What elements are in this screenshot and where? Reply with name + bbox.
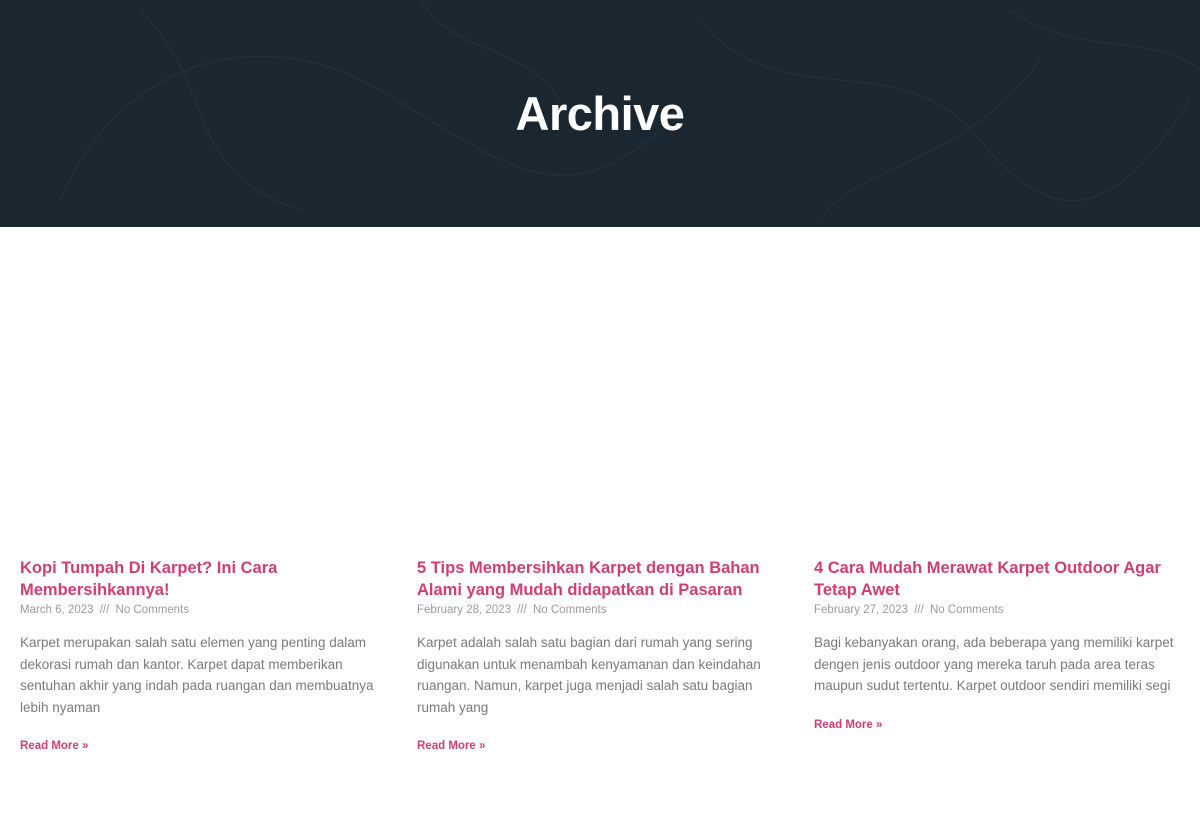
post-thumbnail[interactable]	[814, 227, 1180, 545]
read-more-link[interactable]: Read More »	[417, 740, 485, 752]
post-meta: March 6, 2023 /// No Comments	[20, 602, 386, 618]
post-excerpt: Karpet adalah salah satu bagian dari rum…	[417, 635, 761, 715]
meta-separator: ///	[517, 604, 527, 616]
post-date: February 28, 2023	[417, 604, 511, 616]
post-card: 4 Cara Mudah Merawat Karpet Outdoor Agar…	[814, 227, 1180, 733]
post-comments-link[interactable]: No Comments	[116, 604, 190, 616]
read-more-link[interactable]: Read More »	[20, 740, 88, 752]
meta-separator: ///	[914, 604, 924, 616]
archive-hero-banner: Archive	[0, 0, 1200, 227]
post-thumbnail[interactable]	[417, 227, 783, 545]
post-card: 5 Tips Membersihkan Karpet dengan Bahan …	[417, 227, 783, 754]
post-date: February 27, 2023	[814, 604, 908, 616]
meta-separator: ///	[99, 604, 110, 616]
post-meta: February 28, 2023 /// No Comments	[417, 602, 783, 618]
post-title-link[interactable]: 5 Tips Membersihkan Karpet dengan Bahan …	[417, 557, 783, 601]
read-more-link[interactable]: Read More »	[814, 719, 882, 731]
post-meta: February 27, 2023 /// No Comments	[814, 602, 1180, 618]
post-title-link[interactable]: 4 Cara Mudah Merawat Karpet Outdoor Agar…	[814, 557, 1180, 601]
post-comments-link[interactable]: No Comments	[930, 604, 1004, 616]
posts-grid: Kopi Tumpah Di Karpet? Ini Cara Membersi…	[0, 227, 1200, 825]
page-title: Archive	[515, 87, 685, 140]
post-thumbnail[interactable]	[20, 227, 386, 545]
post-comments-link[interactable]: No Comments	[533, 604, 607, 616]
post-title-link[interactable]: Kopi Tumpah Di Karpet? Ini Cara Membersi…	[20, 557, 386, 601]
post-date: March 6, 2023	[20, 604, 94, 616]
post-excerpt: Karpet merupakan salah satu elemen yang …	[20, 635, 374, 715]
post-excerpt: Bagi kebanyakan orang, ada beberapa yang…	[814, 635, 1174, 693]
post-card: Kopi Tumpah Di Karpet? Ini Cara Membersi…	[20, 227, 386, 754]
